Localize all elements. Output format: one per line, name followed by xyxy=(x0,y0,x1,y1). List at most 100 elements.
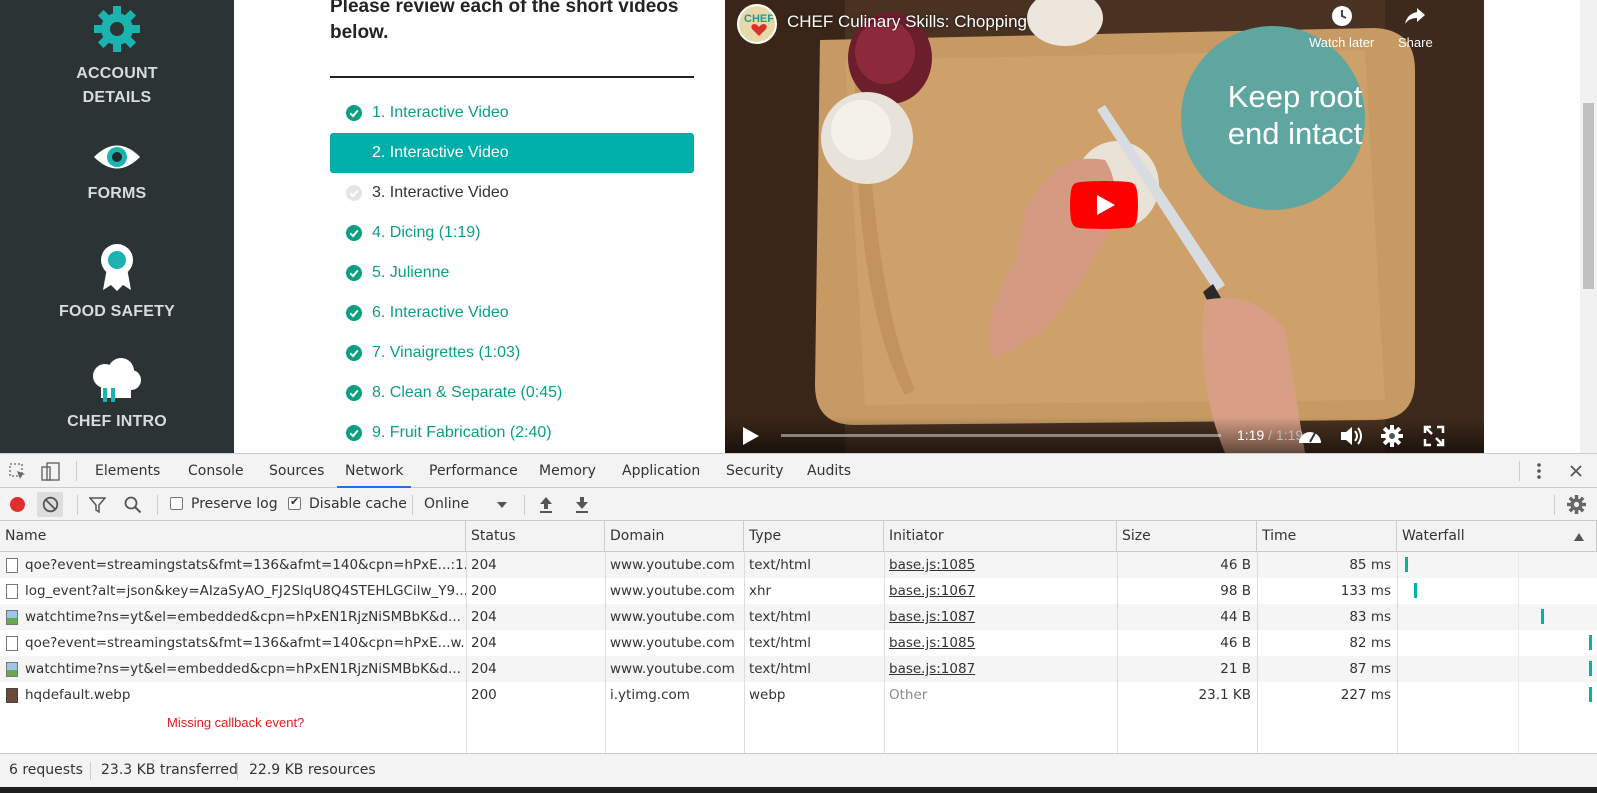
play-icon[interactable] xyxy=(739,425,761,447)
cell-status: 204 xyxy=(471,661,497,677)
video-list-item[interactable]: 7. Vinaigrettes (1:03) xyxy=(330,333,694,373)
column-header-waterfall[interactable]: Waterfall xyxy=(1397,521,1597,552)
inspect-element-icon[interactable] xyxy=(9,463,27,481)
chef-hat-icon xyxy=(93,358,141,402)
cell-name: qoe?event=streamingstats&fmt=136&afmt=14… xyxy=(0,552,466,578)
table-row[interactable]: watchtime?ns=yt&el=embedded&cpn=hPxEN1Rj… xyxy=(0,604,1597,630)
cell-domain: i.ytimg.com xyxy=(610,687,690,703)
speedometer-icon[interactable] xyxy=(1297,425,1323,447)
sidebar-item-account-details[interactable]: ACCOUNT DETAILS xyxy=(0,4,234,110)
cell-status: 204 xyxy=(471,557,497,573)
video-list-item[interactable]: 5. Julienne xyxy=(330,253,694,293)
cell-domain: www.youtube.com xyxy=(610,609,735,625)
clear-button[interactable] xyxy=(37,492,63,517)
close-icon[interactable] xyxy=(1569,464,1583,478)
tab-network[interactable]: Network xyxy=(337,454,412,488)
youtube-play-icon[interactable] xyxy=(1070,181,1138,229)
cell-time: 227 ms xyxy=(1340,687,1391,703)
search-icon[interactable] xyxy=(124,496,142,514)
sidebar-item-forms[interactable]: FORMS xyxy=(0,140,234,206)
column-header-status[interactable]: Status xyxy=(466,521,605,552)
import-har-icon[interactable] xyxy=(538,496,554,513)
filter-icon[interactable] xyxy=(89,497,106,513)
transferred-size: 23.3 KB transferred xyxy=(101,762,238,778)
check-circle-icon xyxy=(346,105,362,121)
column-header-type[interactable]: Type xyxy=(744,521,884,552)
record-icon[interactable] xyxy=(9,496,26,513)
divider xyxy=(330,76,694,78)
throttling-select[interactable]: Online xyxy=(422,492,512,517)
video-list-item[interactable]: 1. Interactive Video xyxy=(330,93,694,133)
tab-audits[interactable]: Audits xyxy=(799,454,859,488)
check-circle-icon xyxy=(346,385,362,401)
disable-cache-checkbox[interactable] xyxy=(288,495,301,510)
cell-initiator[interactable]: base.js:1085 xyxy=(884,630,1117,656)
cell-domain: www.youtube.com xyxy=(610,583,735,599)
column-divider xyxy=(605,552,606,753)
page-scrollbar[interactable] xyxy=(1580,0,1597,453)
tab-sources[interactable]: Sources xyxy=(261,454,332,488)
network-status-bar: 6 requests 23.3 KB transferred 22.9 KB r… xyxy=(0,753,1597,787)
cell-initiator[interactable]: base.js:1087 xyxy=(884,604,1117,630)
volume-icon[interactable] xyxy=(1339,425,1365,447)
lesson-content: Please review each of the short videos b… xyxy=(234,0,725,453)
video-list-item[interactable]: 9. Fruit Fabrication (2:40) xyxy=(330,413,694,453)
column-header-time[interactable]: Time xyxy=(1257,521,1397,552)
video-list: 1. Interactive Video 2. Interactive Video… xyxy=(330,93,694,453)
video-list-item[interactable]: 3. Interactive Video xyxy=(330,173,694,213)
waterfall-bar xyxy=(1541,609,1545,624)
share-button[interactable]: Share xyxy=(1398,4,1433,50)
channel-logo[interactable]: CHEF xyxy=(737,4,777,44)
tab-performance[interactable]: Performance xyxy=(421,454,526,488)
document-icon xyxy=(6,636,18,651)
video-list-item[interactable]: 8. Clean & Separate (0:45) xyxy=(330,373,694,413)
column-header-initiator[interactable]: Initiator xyxy=(884,521,1117,552)
video-list-item[interactable]: 2. Interactive Video xyxy=(330,133,694,173)
divider xyxy=(1554,495,1555,515)
progress-bar[interactable] xyxy=(781,434,1221,437)
video-list-item-label: 4. Dicing (1:19) xyxy=(372,224,481,241)
table-row[interactable]: qoe?event=streamingstats&fmt=136&afmt=14… xyxy=(0,552,1597,578)
cell-initiator[interactable]: base.js:1085 xyxy=(884,552,1117,578)
table-row[interactable]: qoe?event=streamingstats&fmt=136&afmt=14… xyxy=(0,630,1597,656)
request-name: watchtime?ns=yt&el=embedded&cpn=hPxEN1Rj… xyxy=(25,661,461,677)
video-list-item[interactable]: 6. Interactive Video xyxy=(330,293,694,333)
settings-gear-icon[interactable] xyxy=(1567,495,1586,514)
tab-security[interactable]: Security xyxy=(718,454,792,488)
tab-console[interactable]: Console xyxy=(180,454,252,488)
cell-initiator[interactable]: base.js:1067 xyxy=(884,578,1117,604)
cell-initiator[interactable]: base.js:1087 xyxy=(884,656,1117,682)
award-ribbon-icon xyxy=(101,244,133,291)
tab-elements[interactable]: Elements xyxy=(87,454,168,488)
cell-size: 23.1 KB xyxy=(1198,687,1251,703)
export-har-icon[interactable] xyxy=(574,496,590,513)
cell-type: text/html xyxy=(749,661,811,677)
divider xyxy=(412,495,413,515)
watch-later-button[interactable]: Watch later xyxy=(1309,4,1374,50)
sidebar-item-chef-intro[interactable]: CHEF INTRO xyxy=(0,358,234,434)
video-list-item[interactable]: 4. Dicing (1:19) xyxy=(330,213,694,253)
preserve-log-checkbox[interactable] xyxy=(170,497,183,510)
column-header-domain[interactable]: Domain xyxy=(605,521,744,552)
more-options-icon[interactable] xyxy=(1536,462,1542,480)
scrollbar-thumb[interactable] xyxy=(1583,103,1594,289)
column-header-name[interactable]: Name xyxy=(0,521,466,552)
device-toolbar-icon[interactable] xyxy=(41,462,61,482)
tab-memory[interactable]: Memory xyxy=(531,454,604,488)
settings-gear-icon[interactable] xyxy=(1381,425,1403,447)
request-name: qoe?event=streamingstats&fmt=136&afmt=14… xyxy=(25,557,466,573)
cell-size: 98 B xyxy=(1220,583,1251,599)
table-row[interactable]: log_event?alt=json&key=AIzaSyAO_FJ2SlqU8… xyxy=(0,578,1597,604)
cell-name: hqdefault.webp xyxy=(0,682,466,708)
youtube-player[interactable]: CHEF CHEF Culinary Skills: Chopping Watc… xyxy=(725,0,1484,453)
fullscreen-icon[interactable] xyxy=(1423,425,1445,447)
column-header-size[interactable]: Size xyxy=(1117,521,1257,552)
waterfall-bar xyxy=(1589,687,1593,702)
table-row[interactable]: watchtime?ns=yt&el=embedded&cpn=hPxEN1Rj… xyxy=(0,656,1597,682)
sidebar-item-food-safety[interactable]: FOOD SAFETY xyxy=(0,242,234,324)
table-row[interactable]: hqdefault.webp 200 i.ytimg.com webp Other 23.… xyxy=(0,682,1597,708)
tab-application[interactable]: Application xyxy=(614,454,708,488)
cell-type: text/html xyxy=(749,635,811,651)
web-page: ACCOUNT DETAILS FORMS FOOD SAFETY CHEF I… xyxy=(0,0,1597,453)
video-title[interactable]: CHEF Culinary Skills: Chopping xyxy=(787,12,1027,32)
